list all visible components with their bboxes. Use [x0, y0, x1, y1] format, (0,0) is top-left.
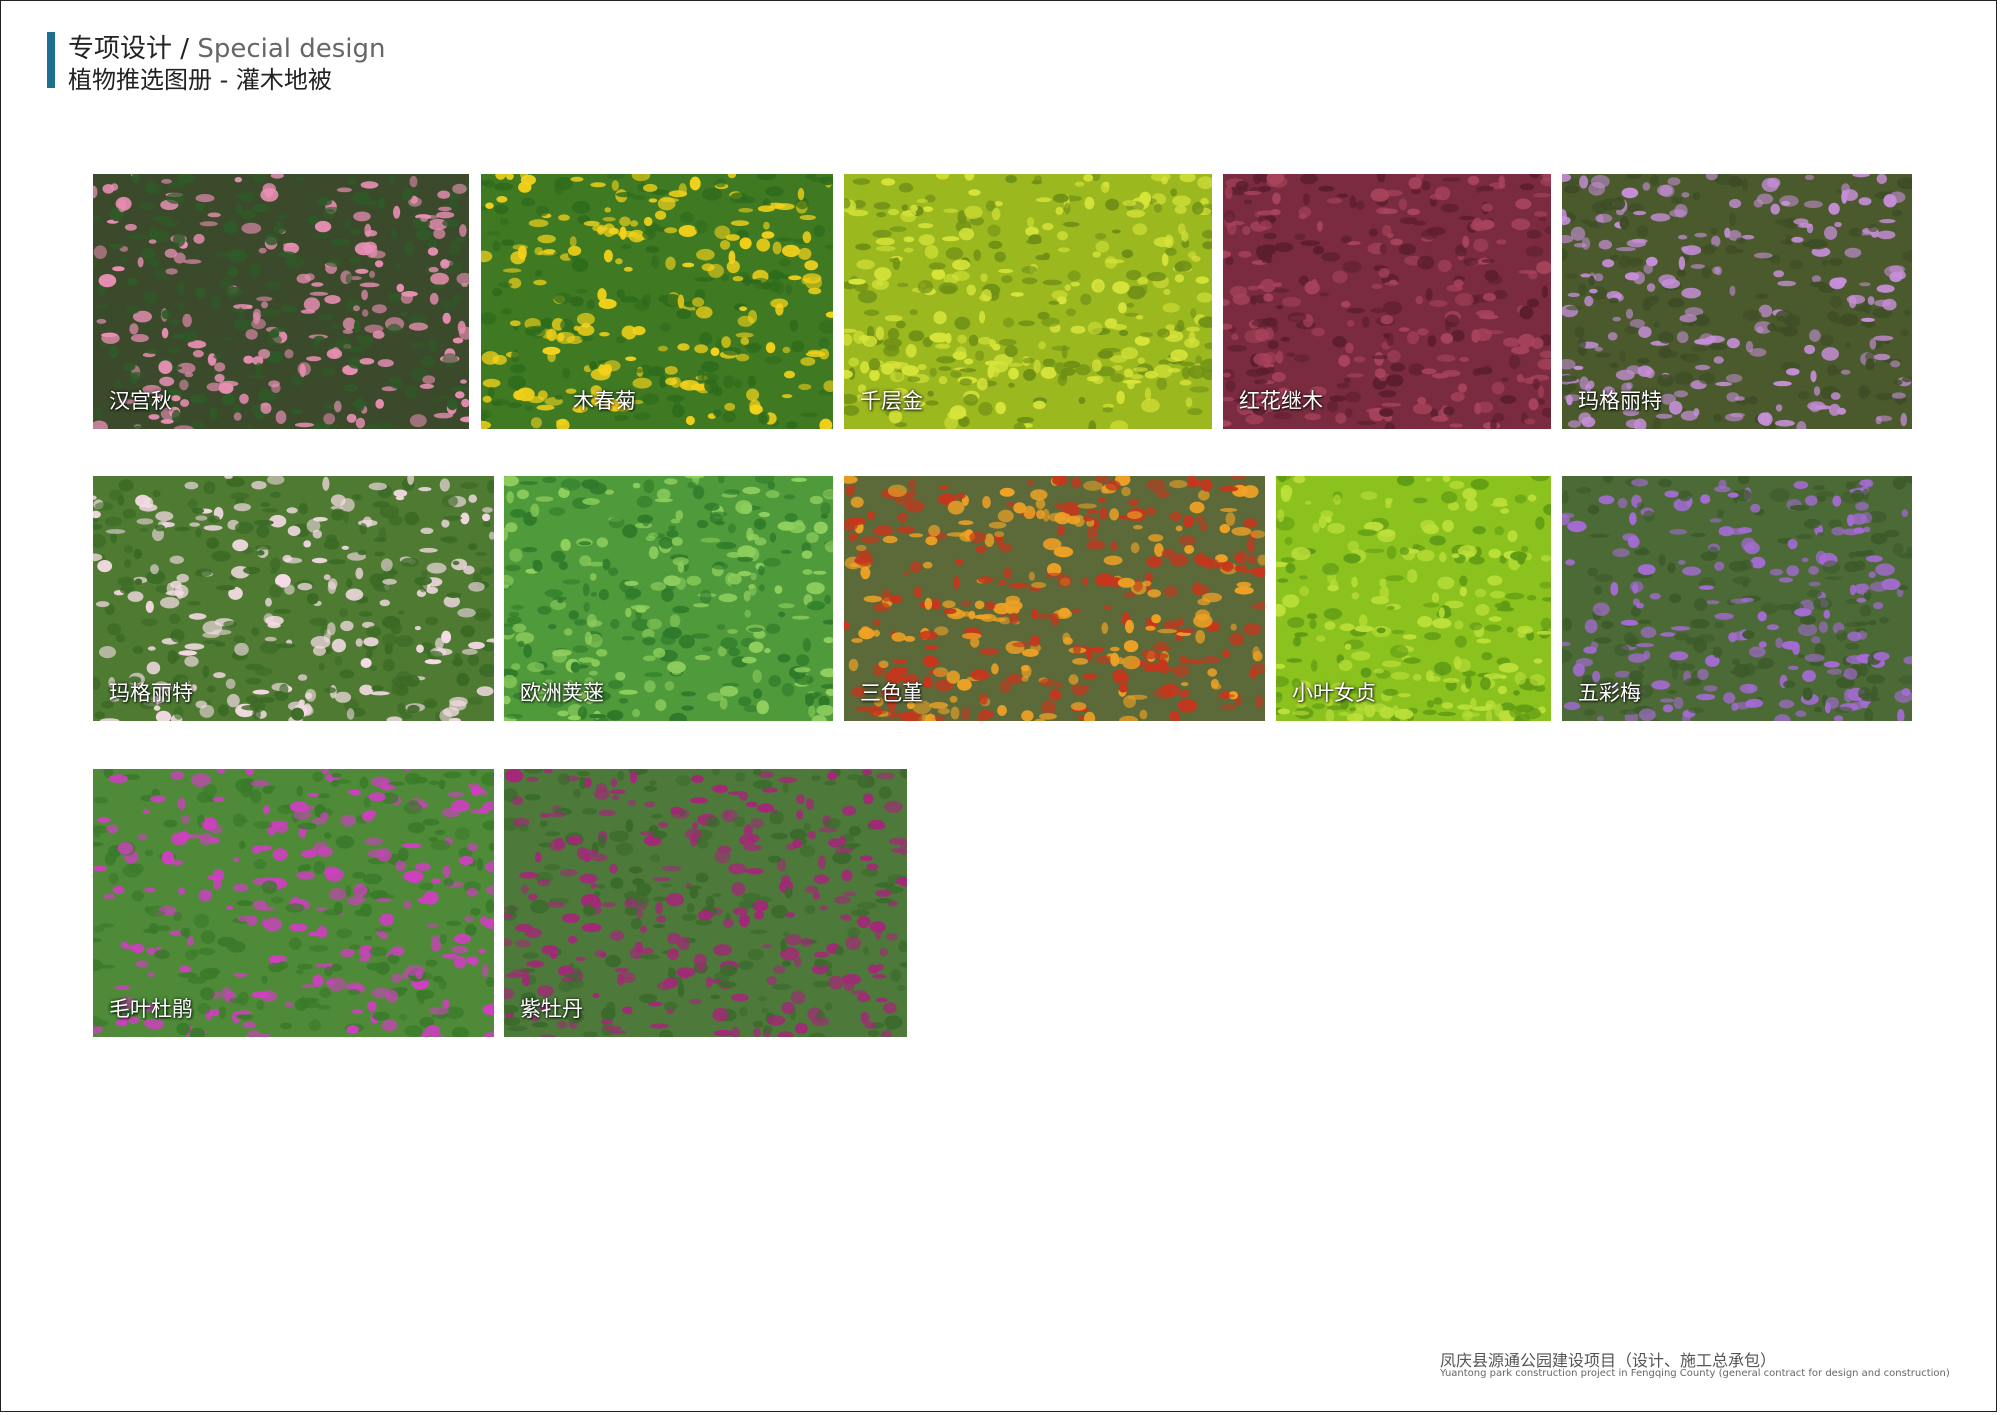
plant-label: 毛叶杜鹃 — [109, 997, 193, 1021]
plant-photo: 玛格丽特 — [1562, 174, 1912, 429]
plant-photo: 汉宫秋 — [93, 174, 469, 429]
plant-photo: 小叶女贞 — [1276, 476, 1551, 721]
plant-label: 欧洲荚蒾 — [520, 681, 604, 705]
plant-photo: 千层金 — [844, 174, 1212, 429]
plant-photo: 三色堇 — [844, 476, 1265, 721]
plant-photo: 欧洲荚蒾 — [504, 476, 833, 721]
plant-label: 三色堇 — [860, 681, 923, 705]
plant-label: 红花继木 — [1239, 389, 1323, 413]
plant-label: 玛格丽特 — [109, 681, 193, 705]
plant-label: 五彩梅 — [1578, 681, 1641, 705]
plant-image — [481, 174, 833, 429]
plant-photo: 红花继木 — [1223, 174, 1551, 429]
plant-photo: 玛格丽特 — [93, 476, 494, 721]
plant-label: 千层金 — [860, 389, 923, 413]
plant-label: 紫牡丹 — [520, 997, 583, 1021]
title-accent-bar — [47, 32, 55, 88]
footer-project-name-en: Yuantong park construction project in Fe… — [1440, 1368, 1950, 1379]
plant-label: 玛格丽特 — [1578, 389, 1662, 413]
plant-label: 小叶女贞 — [1292, 681, 1376, 705]
page-subtitle: 植物推选图册 - 灌木地被 — [68, 66, 332, 94]
plant-label: 木春菊 — [573, 389, 636, 413]
plant-label: 汉宫秋 — [109, 389, 172, 413]
plant-photo: 毛叶杜鹃 — [93, 769, 494, 1037]
plant-photo: 木春菊 — [481, 174, 833, 429]
plant-photo: 五彩梅 — [1562, 476, 1912, 721]
plant-photo: 紫牡丹 — [504, 769, 907, 1037]
